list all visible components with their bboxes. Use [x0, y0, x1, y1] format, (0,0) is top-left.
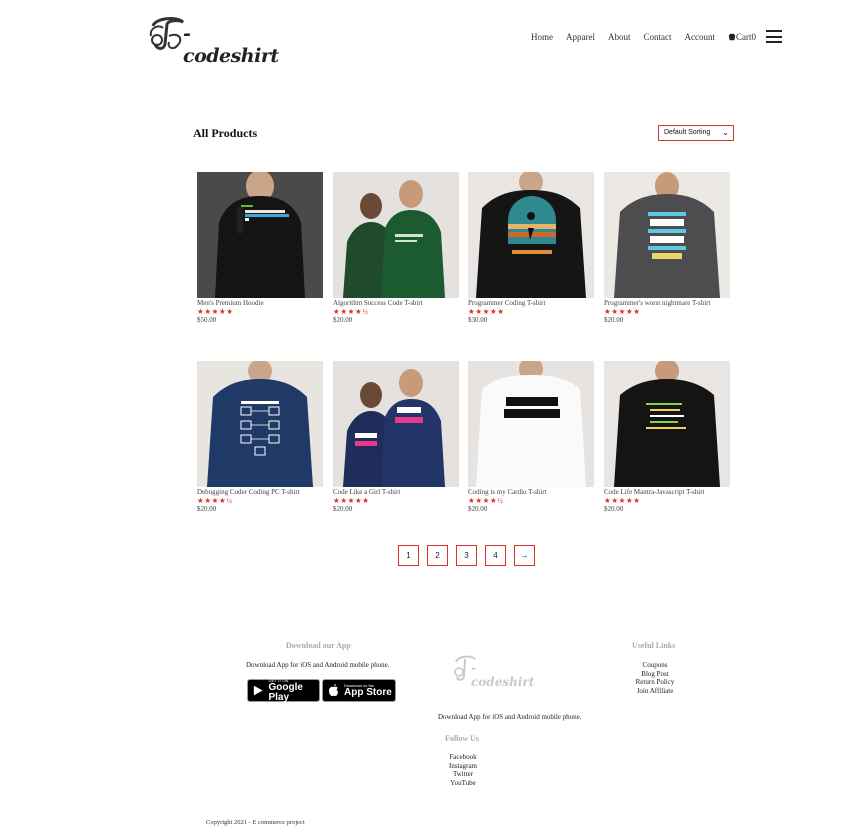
product-card[interactable]: Algorithm Success Code T-shirt ★★★★½ $20… — [333, 172, 459, 324]
center-app-text: Download App for iOS and Android mobile … — [438, 713, 582, 721]
page-4-button[interactable]: 4 — [485, 545, 506, 566]
pagination: 1 2 3 4 → — [398, 545, 543, 566]
app-store-big: App Store — [344, 687, 392, 698]
join-affiliate-link[interactable]: Join Affiliate — [630, 687, 680, 696]
star-rating: ★★★★★ — [604, 307, 641, 316]
star-rating: ★★★★★ — [197, 307, 234, 316]
cart-label: Cart0 — [736, 32, 756, 42]
page-1-button[interactable]: 1 — [398, 545, 419, 566]
product-card[interactable]: Programmer Coding T-shirt ★★★★★ $30.00 — [468, 172, 594, 324]
sort-select[interactable]: Default Sorting ⌄ — [658, 125, 734, 141]
google-play-text: GET IT ON Google Play — [268, 678, 319, 703]
product-image[interactable] — [333, 172, 459, 298]
page-title: All Products — [193, 126, 258, 140]
product-price: $20.00 — [197, 505, 217, 513]
product-name[interactable]: Coding is my Cardio T-shirt — [468, 488, 594, 496]
app-heading: Download our App — [286, 641, 351, 650]
product-card[interactable]: Code Life Mantra-Javascript T-shirt ★★★★… — [604, 361, 730, 513]
useful-heading: Useful Links — [632, 641, 676, 650]
product-image[interactable] — [197, 172, 323, 298]
product-name[interactable]: Code Like a Girl T-shirt — [333, 488, 459, 496]
page-2-button[interactable]: 2 — [427, 545, 448, 566]
product-name[interactable]: Men's Premium Hoodie — [197, 299, 323, 307]
follow-links: Facebook Instagram Twitter YouTube — [440, 753, 486, 787]
product-image[interactable] — [333, 361, 459, 487]
product-price: $20.00 — [468, 505, 488, 513]
nav-item-home[interactable]: Home — [531, 32, 553, 42]
site-header: -codeshirt Home Apparel About Contact Ac… — [0, 0, 854, 75]
main-nav: Home Apparel About Contact Account Cart0 — [531, 32, 782, 42]
app-store-text: Download on the App Store — [344, 683, 392, 698]
google-play-badge[interactable]: GET IT ON Google Play — [247, 678, 320, 703]
twitter-link[interactable]: Twitter — [440, 770, 486, 779]
product-name[interactable]: Code Life Mantra-Javascript T-shirt — [604, 488, 730, 496]
google-play-icon — [253, 685, 263, 696]
product-image[interactable] — [604, 361, 730, 487]
star-rating: ★★★★★ — [604, 496, 641, 505]
nav-item-cart[interactable]: Cart0 — [728, 32, 769, 42]
star-rating: ★★★★½ — [333, 307, 369, 316]
product-image[interactable] — [468, 172, 594, 298]
hoodie-image — [197, 172, 323, 298]
product-name[interactable]: Algorithm Success Code T-shirt — [333, 299, 459, 307]
footer-logo: -codeshirt — [453, 654, 534, 689]
star-rating: ★★★★½ — [197, 496, 233, 505]
app-text: Download App for iOS and Android mobile … — [246, 661, 390, 669]
youtube-link[interactable]: YouTube — [440, 779, 486, 788]
couple-green-tshirt-image — [333, 172, 459, 298]
product-price: $20.00 — [604, 505, 624, 513]
chevron-down-icon: ⌄ — [722, 128, 729, 137]
menu-icon[interactable] — [766, 30, 782, 43]
product-name[interactable]: Debugging Coder Coding PC T-shirt — [197, 488, 323, 496]
nav-item-apparel[interactable]: Apparel — [566, 32, 595, 42]
code-like-a-girl-tshirt-image — [333, 361, 459, 487]
product-price: $50.00 — [197, 316, 217, 324]
logo-text: -codeshirt — [183, 23, 279, 67]
nightmare-tshirt-image — [604, 172, 730, 298]
product-image[interactable] — [468, 361, 594, 487]
product-price: $20.00 — [333, 505, 353, 513]
useful-links: Coupons Blog Post Return Policy Join Aff… — [630, 661, 680, 695]
footer-logo-text: -codeshirt — [471, 661, 535, 689]
product-card[interactable]: Debugging Coder Coding PC T-shirt ★★★★½ … — [197, 361, 323, 513]
nav-item-about[interactable]: About — [608, 32, 631, 42]
product-price: $20.00 — [333, 316, 353, 324]
apple-icon — [329, 684, 338, 697]
product-card[interactable]: Programmer's worst nightmare T-shirt ★★★… — [604, 172, 730, 324]
blog-post-link[interactable]: Blog Post — [630, 670, 680, 679]
instagram-link[interactable]: Instagram — [440, 762, 486, 771]
nav-item-account[interactable]: Account — [685, 32, 716, 42]
product-image[interactable] — [604, 172, 730, 298]
semicolon-tshirt-image — [468, 172, 594, 298]
product-price: $30.00 — [468, 316, 488, 324]
star-rating: ★★★★★ — [468, 307, 505, 316]
product-card[interactable]: Men's Premium Hoodie ★★★★★ $50.00 — [197, 172, 323, 324]
nav-item-contact[interactable]: Contact — [644, 32, 672, 42]
product-card[interactable]: Code Like a Girl T-shirt ★★★★★ $20.00 — [333, 361, 459, 513]
brand-logo[interactable]: -codeshirt — [147, 14, 279, 67]
facebook-link[interactable]: Facebook — [440, 753, 486, 762]
cart-icon — [728, 33, 736, 41]
product-price: $20.00 — [604, 316, 624, 324]
debugging-tshirt-image — [197, 361, 323, 487]
sort-selected-value: Default Sorting — [664, 129, 711, 136]
product-name[interactable]: Programmer's worst nightmare T-shirt — [604, 299, 730, 307]
star-rating: ★★★★★ — [333, 496, 370, 505]
copyright: Copyright 2021 - E commerce project — [206, 819, 305, 826]
return-policy-link[interactable]: Return Policy — [630, 678, 680, 687]
app-store-badge[interactable]: Download on the App Store — [322, 679, 396, 702]
product-image[interactable] — [197, 361, 323, 487]
follow-heading: Follow Us — [445, 734, 479, 743]
coupons-link[interactable]: Coupons — [630, 661, 680, 670]
product-name[interactable]: Programmer Coding T-shirt — [468, 299, 594, 307]
page-3-button[interactable]: 3 — [456, 545, 477, 566]
next-page-button[interactable]: → — [514, 545, 535, 566]
google-play-big: Google Play — [268, 682, 303, 703]
product-card[interactable]: Coding is my Cardio T-shirt ★★★★½ $20.00 — [468, 361, 594, 513]
star-rating: ★★★★½ — [468, 496, 504, 505]
coding-is-my-cardio-tshirt-image — [468, 361, 594, 487]
code-life-mantra-tshirt-image — [604, 361, 730, 487]
